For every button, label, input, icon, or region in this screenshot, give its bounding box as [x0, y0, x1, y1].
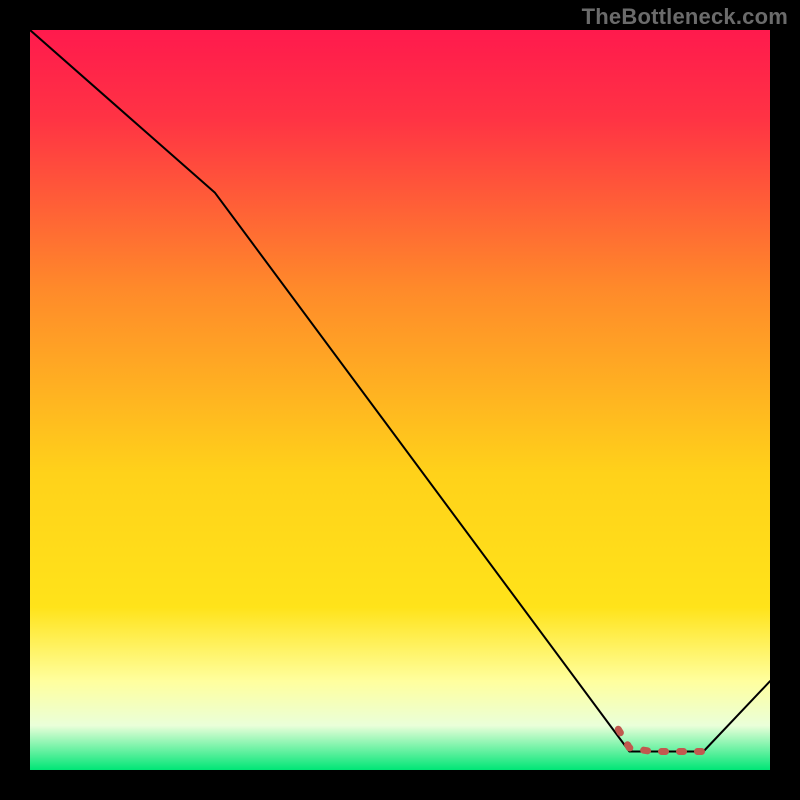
gradient-background: [30, 30, 770, 770]
chart-stage: TheBottleneck.com: [0, 0, 800, 800]
chart-svg: [30, 30, 770, 770]
watermark-text: TheBottleneck.com: [582, 4, 788, 30]
plot-area: [30, 30, 770, 770]
